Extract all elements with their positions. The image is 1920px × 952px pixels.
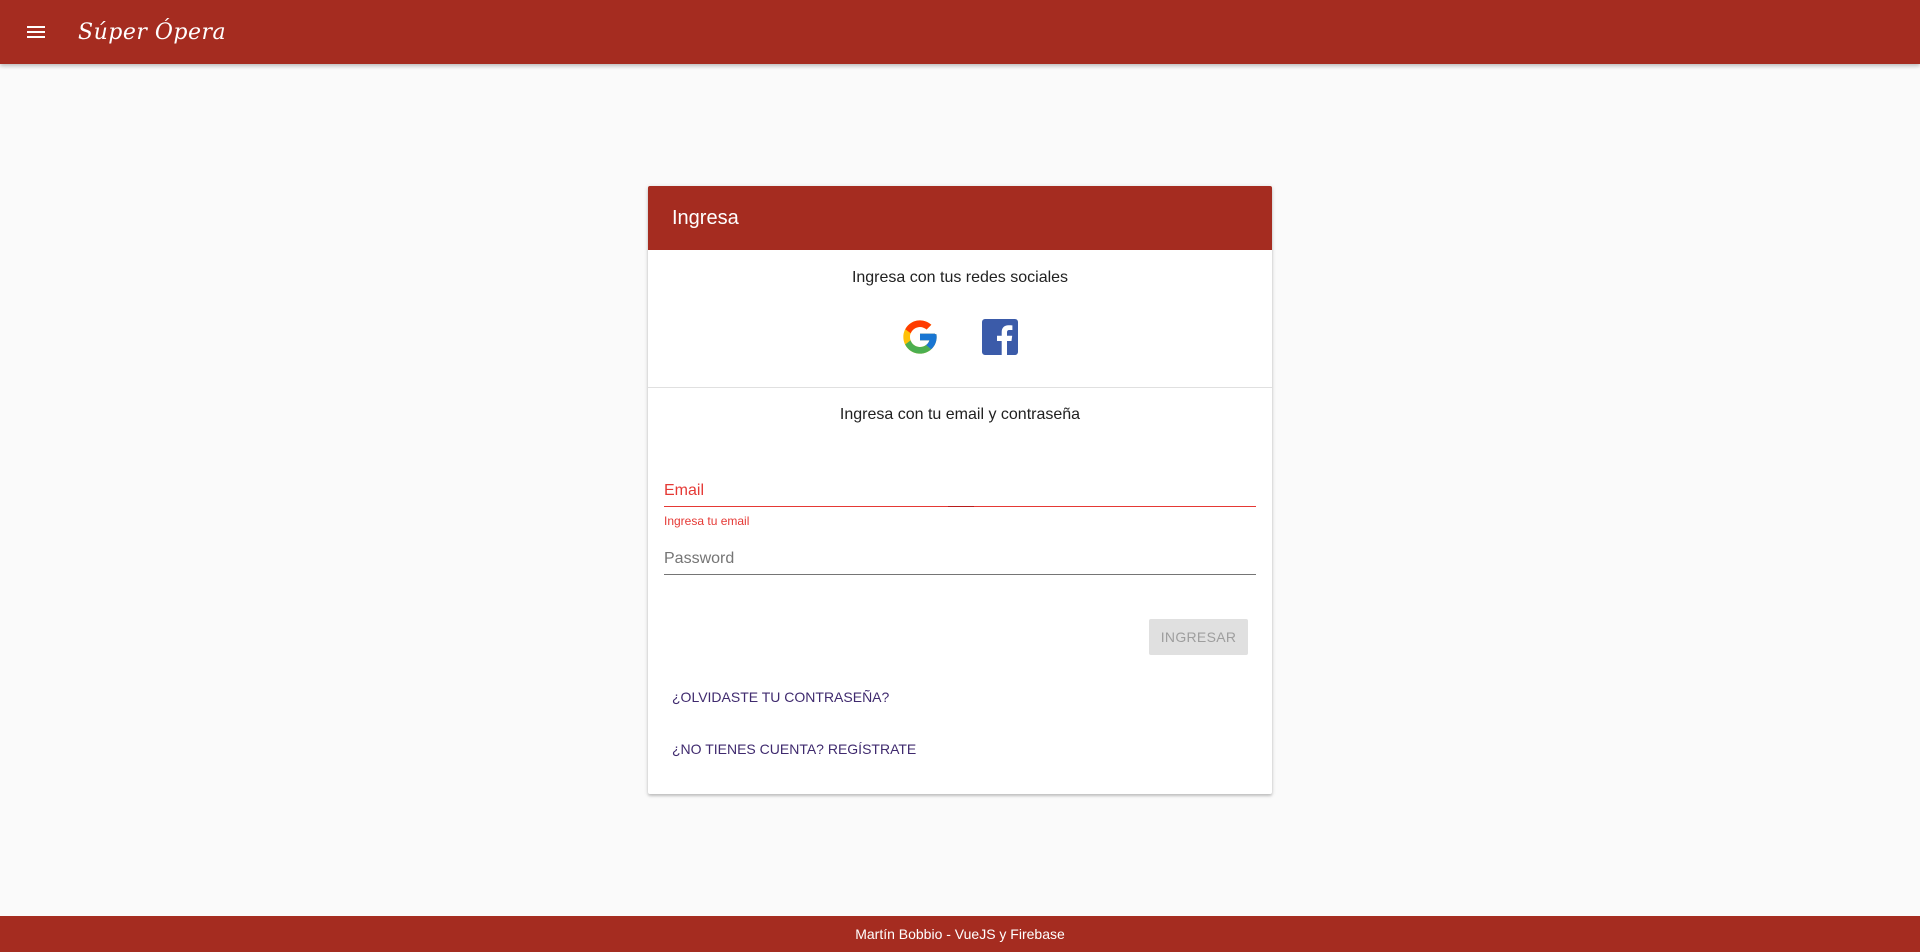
facebook-icon — [982, 319, 1018, 355]
app-title[interactable]: Súper Ópera — [78, 20, 226, 45]
app-bar: Súper Ópera — [0, 0, 1920, 64]
email-error-message: Ingresa tu email — [664, 514, 750, 528]
card-title: Ingresa — [648, 186, 1272, 250]
password-field[interactable] — [664, 544, 1256, 575]
email-login-section: Ingresa con tu email y contraseña Ingres… — [648, 388, 1272, 775]
social-buttons — [648, 317, 1272, 357]
email-field-wrapper: Ingresa tu email — [664, 476, 1256, 528]
email-field[interactable] — [664, 476, 1256, 507]
footer-credit: Martín Bobbio - VueJS y Firebase — [855, 926, 1065, 942]
footer: Martín Bobbio - VueJS y Firebase — [0, 916, 1920, 952]
hamburger-menu-icon — [27, 26, 45, 38]
facebook-login-button[interactable] — [980, 317, 1020, 357]
password-field-wrapper — [664, 544, 1256, 575]
login-card: Ingresa Ingresa con tus redes sociales I… — [648, 186, 1272, 794]
submit-login-button[interactable]: INGRESAR — [1149, 619, 1248, 655]
account-links: ¿OLVIDASTE TU CONTRASEÑA? ¿NO TIENES CUE… — [648, 671, 1272, 775]
forgot-password-link[interactable]: ¿OLVIDASTE TU CONTRASEÑA? — [672, 671, 1272, 723]
email-focus-indicator — [948, 506, 974, 507]
google-icon — [903, 320, 937, 354]
social-login-label: Ingresa con tus redes sociales — [851, 269, 1069, 286]
login-form: Ingresa tu email INGRESAR — [664, 424, 1256, 664]
menu-button[interactable] — [12, 8, 60, 56]
register-link[interactable]: ¿NO TIENES CUENTA? REGÍSTRATE — [672, 723, 1272, 775]
google-login-button[interactable] — [900, 317, 940, 357]
social-login-section: Ingresa con tus redes sociales — [648, 250, 1272, 388]
email-login-label: Ingresa con tu email y contraseña — [839, 406, 1081, 423]
